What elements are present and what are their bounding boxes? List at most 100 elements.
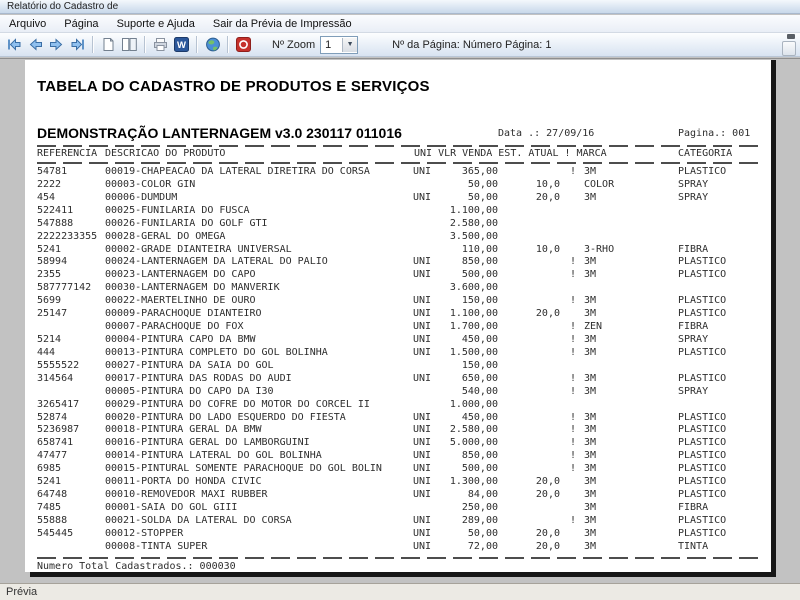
cell-ref: 52874	[37, 411, 68, 423]
cell-cat: PLASTICO	[678, 308, 727, 320]
cell-vlr: 1.300,00	[449, 476, 498, 488]
cell-marca: 3M	[584, 256, 597, 268]
toolbar-overflow-button[interactable]	[782, 41, 796, 56]
table-row: 5699 00022-MAERTELINHO DE OURO UNI 150,00! 3…	[25, 295, 771, 308]
cell-vlr: 72,00	[467, 540, 498, 552]
table-row: 5241 00011-PORTA DO HONDA CIVIC UNI 1.300,0…	[25, 476, 771, 489]
table-row: 00008-TINTA SUPER UNI 72,00 20,0 3M TINTA	[25, 541, 771, 554]
report-page: TABELA DO CADASTRO DE PRODUTOS E SERVIÇO…	[25, 60, 771, 572]
cell-desc: 00003-COLOR GIN	[105, 178, 196, 190]
separator-line	[37, 145, 763, 147]
toolbar-separator	[144, 36, 146, 53]
report-footer-total: Numero Total Cadastrados.: 000030	[37, 561, 236, 572]
cell-vlr: 1.500,00	[449, 346, 498, 358]
cell-marca: 3M	[584, 463, 597, 475]
two-page-icon	[122, 38, 137, 51]
cell-vlr: 2.580,00	[449, 217, 498, 229]
cell-desc: 00021-SOLDA DA LATERAL DO CORSA	[105, 514, 292, 526]
cell-marca: 3M	[584, 333, 597, 345]
two-page-view-button[interactable]	[120, 35, 139, 54]
cell-desc: 00009-PARACHOQUE DIANTEIRO	[105, 308, 262, 320]
cell-ref: 587777142	[37, 282, 92, 294]
cell-ref: 5699	[37, 295, 62, 307]
cell-flag: !	[569, 437, 576, 449]
cell-desc: 00014-PINTURA LATERAL DO GOL BOLINHA	[105, 450, 322, 462]
cell-vlr: 3.600,00	[449, 282, 498, 294]
first-page-button[interactable]	[5, 35, 24, 54]
cell-marca: 3M	[584, 372, 597, 384]
single-page-view-button[interactable]	[99, 35, 118, 54]
table-row: 54781 00019-CHAPEACAO DA LATERAL DIRETIRA…	[25, 166, 771, 179]
web-help-button[interactable]	[203, 35, 222, 54]
cell-desc: 00017-PINTURA DAS RODAS DO AUDI	[105, 372, 292, 384]
zoom-select[interactable]: 1 ▼	[320, 35, 359, 54]
menu-item-suporte-e-ajuda[interactable]: Suporte e Ajuda	[108, 17, 204, 31]
table-row: 00007-PARACHOQUE DO FOX UNI 1.700,00! ZEN FI…	[25, 321, 771, 334]
svg-text:W: W	[177, 40, 186, 51]
cell-vlr: 450,00	[461, 411, 498, 423]
cell-ref: 658741	[37, 437, 74, 449]
globe-icon	[205, 37, 220, 52]
cell-ref: 5241	[37, 476, 62, 488]
table-row: 2355 00023-LANTERNAGEM DO CAPO UNI 500,00! 3…	[25, 269, 771, 282]
cell-ref: 547888	[37, 217, 74, 229]
previous-page-button[interactable]	[26, 35, 45, 54]
table-row: 6985 00015-PINTURAL SOMENTE PARACHOQUE DO…	[25, 463, 771, 476]
menu-item-arquivo[interactable]: Arquivo	[0, 17, 55, 31]
cell-marca: 3M	[584, 411, 597, 423]
table-row: 5555522 00027-PINTURA DA SAIA DO GOL 150,0…	[25, 360, 771, 373]
cell-flag: !	[569, 514, 576, 526]
cell-desc: 00012-STOPPER	[105, 527, 184, 539]
cell-vlr: 84,00	[467, 489, 498, 501]
cell-marca: 3M	[584, 540, 597, 552]
export-word-button[interactable]: W	[172, 35, 191, 54]
cell-desc: 00008-TINTA SUPER	[105, 540, 208, 552]
page-shadow-bottom	[30, 572, 776, 577]
report-rows: 54781 00019-CHAPEACAO DA LATERAL DIRETIRA…	[25, 166, 771, 554]
table-row: 25147 00009-PARACHOQUE DIANTEIRO UNI 1.100,…	[25, 308, 771, 321]
last-page-icon	[71, 38, 84, 51]
cell-flag: !	[569, 463, 576, 475]
cell-marca: 3M	[584, 308, 597, 320]
zoom-label: Nº Zoom	[272, 38, 316, 51]
preview-area: TABELA DO CADASTRO DE PRODUTOS E SERVIÇO…	[0, 58, 800, 583]
toolbar-separator	[92, 36, 94, 53]
chevron-down-icon[interactable]: ▼	[342, 37, 358, 52]
last-page-button[interactable]	[68, 35, 87, 54]
cell-ref: 2222	[37, 178, 62, 190]
cell-marca: 3M	[584, 191, 597, 203]
cell-marca: 3M	[584, 527, 597, 539]
cell-desc: 00002-GRADE DIANTEIRA UNIVERSAL	[105, 243, 292, 255]
menu-item-pagina[interactable]: Página	[55, 17, 107, 31]
cell-cat: PLASTICO	[678, 424, 727, 436]
cell-vlr: 1.100,00	[449, 308, 498, 320]
table-row: 52874 00020-PINTURA DO LADO ESQUERDO DO F…	[25, 412, 771, 425]
cell-cat: PLASTICO	[678, 256, 727, 268]
cell-ref: 5236987	[37, 424, 80, 436]
cell-desc: 00013-PINTURA COMPLETO DO GOL BOLINHA	[105, 346, 328, 358]
cell-desc: 00010-REMOVEDOR MAXI RUBBER	[105, 489, 268, 501]
table-row: 47477 00014-PINTURA LATERAL DO GOL BOLINH…	[25, 450, 771, 463]
title-bar[interactable]: Relatório do Cadastro de	[0, 0, 800, 14]
cell-vlr: 450,00	[461, 333, 498, 345]
cell-desc: 00005-PINTURA DO CAPO DA I30	[105, 385, 274, 397]
next-page-button[interactable]	[47, 35, 66, 54]
cell-vlr: 850,00	[461, 256, 498, 268]
previous-page-icon	[29, 38, 42, 51]
cell-desc: 00027-PINTURA DA SAIA DO GOL	[105, 359, 274, 371]
report-subtitle: DEMONSTRAÇÃO LANTERNAGEM v3.0 230117 011…	[37, 125, 402, 141]
report-title: TABELA DO CADASTRO DE PRODUTOS E SERVIÇO…	[37, 78, 430, 95]
cell-marca: 3M	[584, 476, 597, 488]
print-button[interactable]	[151, 35, 170, 54]
cell-desc: 00026-FUNILARIA DO GOLF GTI	[105, 217, 268, 229]
cell-cat: PLASTICO	[678, 489, 727, 501]
exit-preview-button[interactable]	[234, 35, 253, 54]
cell-vlr: 110,00	[461, 243, 498, 255]
first-page-icon	[8, 38, 21, 51]
cell-flag: !	[569, 424, 576, 436]
cell-est: 20,0	[535, 476, 560, 488]
cell-ref: 522411	[37, 204, 74, 216]
table-row: 547888 00026-FUNILARIA DO GOLF GTI 2.580,0…	[25, 218, 771, 231]
cell-vlr: 1.700,00	[449, 321, 498, 333]
menu-item-sair-da-previa[interactable]: Sair da Prévia de Impressão	[204, 17, 361, 31]
